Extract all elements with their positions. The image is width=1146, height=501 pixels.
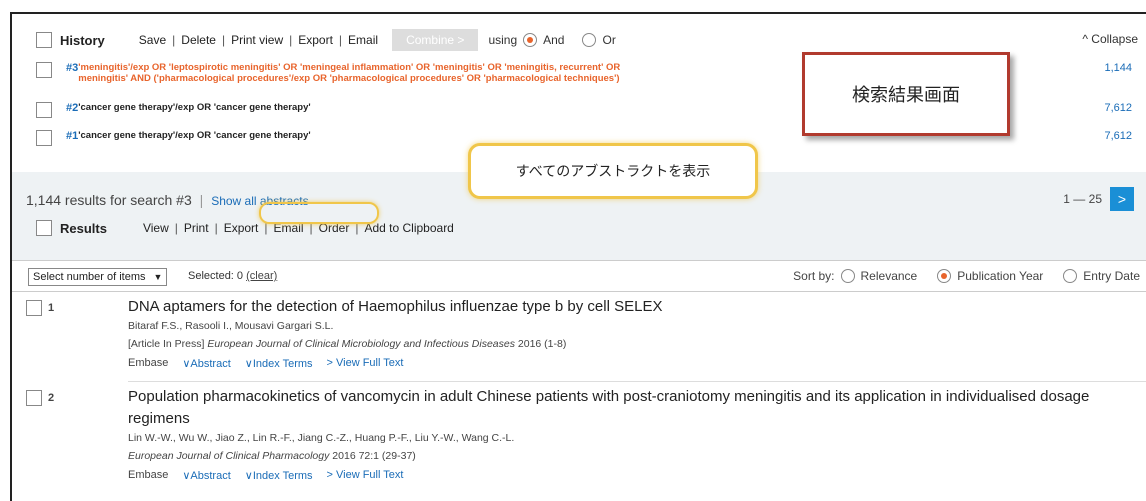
result-links: Embase ∨Abstract ∨Index Terms > View Ful… [128,469,1108,482]
index-terms-toggle[interactable]: ∨Index Terms [245,357,313,370]
or-radio[interactable] [582,33,597,47]
history-export-link[interactable]: Export [298,33,333,47]
history-delete-link[interactable]: Delete [181,33,216,47]
sort-bar: Select number of items ▼ Selected: 0 (cl… [12,260,1146,292]
result-item: 2 Population pharmacokinetics of vancomy… [12,386,1146,501]
show-abstracts-callout: すべてのアブストラクトを表示 [468,143,758,199]
history-row-checkbox[interactable] [36,102,52,118]
history-save-link[interactable]: Save [139,33,166,47]
history-result-count[interactable]: 1,144 [1104,62,1132,74]
result-number: 1 [48,302,55,314]
history-result-count[interactable]: 7,612 [1104,102,1132,114]
result-source: European Journal of Clinical Pharmacolog… [128,450,416,462]
sort-by-label: Sort by: [793,269,835,283]
sort-publication-year-radio[interactable] [937,269,952,283]
pager-range: 1 — 25 [1063,192,1102,206]
chevron-down-icon: ▼ [153,272,163,282]
history-email-link[interactable]: Email [348,33,378,47]
history-row-checkbox[interactable] [36,62,52,78]
sort-relevance-radio[interactable] [840,269,855,283]
result-links: Embase ∨Abstract ∨Index Terms > View Ful… [128,357,1108,370]
and-label: And [543,33,565,47]
collapse-history-link[interactable]: ^ Collapse [1082,32,1138,46]
history-select-all-checkbox[interactable] [36,32,52,48]
add-to-clipboard-link[interactable]: Add to Clipboard [364,221,453,235]
search-results-panel: History Save | Delete | Print view | Export… [10,12,1146,501]
sort-publication-year-label: Publication Year [957,269,1044,283]
screen-label-annotation: 検索結果画面 [802,52,1010,136]
result-title[interactable]: DNA aptamers for the detection of Haemop… [128,296,1108,318]
history-header: History Save | Delete | Print view | Export… [36,28,1146,52]
select-items-dropdown[interactable]: Select number of items ▼ [28,268,168,286]
history-row-checkbox[interactable] [36,130,52,146]
sort-options: Sort by: Relevance Publication Year Entr… [793,269,1140,283]
clear-selection-link[interactable]: (clear) [246,270,277,282]
combine-operator: using And Or [488,33,616,47]
result-checkbox[interactable] [26,300,42,316]
result-source: [Article In Press] European Journal of C… [128,338,567,350]
history-actions: Save | Delete | Print view | Export | Email … [139,29,616,51]
result-divider [128,381,1146,382]
sort-relevance-label: Relevance [860,269,918,283]
view-link[interactable]: View [143,221,169,235]
print-link[interactable]: Print [184,221,209,235]
result-authors: Lin W.-W., Wu W., Jiao Z., Lin R.-F., Ji… [128,432,515,444]
abstract-toggle[interactable]: ∨Abstract [182,357,230,370]
index-terms-toggle[interactable]: ∨Index Terms [245,469,313,482]
results-select-all-checkbox[interactable] [36,220,52,236]
results-title: Results [60,220,107,236]
combine-button[interactable]: Combine > [392,29,479,51]
and-radio[interactable] [523,33,538,47]
view-full-text-link[interactable]: > View Full Text [327,357,404,370]
sort-entry-date-radio[interactable] [1063,269,1078,283]
history-result-count[interactable]: 7,612 [1104,130,1132,142]
result-authors: Bitaraf F.S., Rasooli I., Mousavi Gargar… [128,320,334,332]
results-actions-row: Results View | Print | Export | Email | Orde… [36,220,454,236]
abstract-toggle[interactable]: ∨Abstract [182,469,230,482]
result-item: 1 DNA aptamers for the detection of Haem… [12,296,1146,378]
using-label: using [488,33,518,47]
export-link[interactable]: Export [224,221,259,235]
or-label: Or [602,33,616,47]
embase-label: Embase [128,469,169,481]
sort-entry-date-label: Entry Date [1083,269,1140,283]
result-title[interactable]: Population pharmacokinetics of vancomyci… [128,386,1108,430]
result-number: 2 [48,392,55,404]
show-abstracts-highlight [259,202,379,224]
history-print-view-link[interactable]: Print view [231,33,283,47]
pagination: 1 — 25 > [1063,187,1134,211]
history-title: History [60,32,105,48]
next-page-button[interactable]: > [1110,187,1134,211]
embase-label: Embase [128,357,169,369]
view-full-text-link[interactable]: > View Full Text [327,469,404,482]
selected-count: Selected: 0 (clear) [188,270,278,282]
result-checkbox[interactable] [26,390,42,406]
